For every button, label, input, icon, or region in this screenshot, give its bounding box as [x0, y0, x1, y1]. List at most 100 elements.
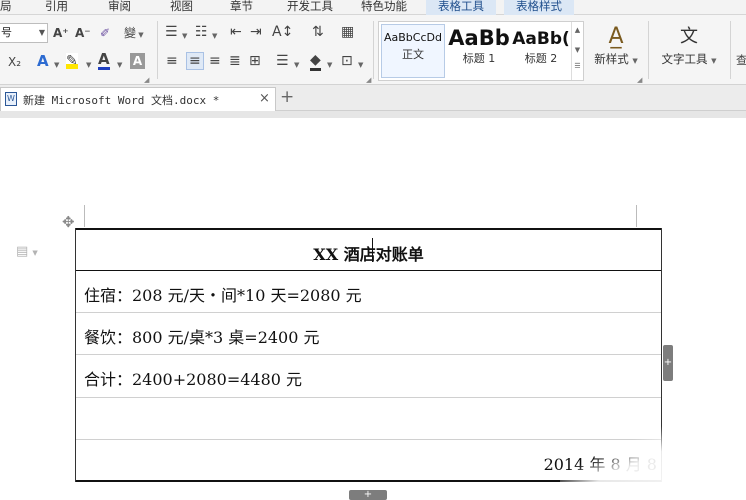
shrink-font-button[interactable]: A⁻ — [75, 25, 91, 41]
gallery-expand-icon[interactable]: ☰ — [572, 62, 583, 70]
text-cursor — [372, 238, 373, 262]
style-sample: AaBbCcDd — [384, 31, 442, 44]
show-marks-icon[interactable]: ▦ — [341, 24, 354, 40]
chevron-down-icon[interactable]: ▼ — [86, 57, 91, 73]
clear-format-icon[interactable]: ✐ — [100, 25, 110, 41]
menu-tab-features[interactable]: 特色功能 — [361, 0, 407, 15]
line-spacing-icon[interactable]: ☰ — [276, 53, 289, 69]
chevron-down-icon[interactable]: ▼ — [212, 28, 217, 44]
new-style-button[interactable]: A̲ 新样式 ▼ — [591, 23, 641, 67]
statement-date: 2014 年 8 月 8 — [543, 455, 657, 474]
menu-bar: 局 引用 审阅 视图 章节 开发工具 特色功能 表格工具 表格样式 — [0, 0, 746, 15]
char-shading-icon[interactable]: A — [130, 53, 145, 69]
ribbon: 号 ▼ A⁺ A⁻ ✐ 變 ▼ X₂ A ▼ ✎ ▼ A ▼ A ◢ ☰ ▼ ☷… — [0, 15, 746, 85]
find-button[interactable]: 查 — [736, 52, 746, 68]
phonetic-guide-label: 變 — [124, 26, 137, 40]
row-lodging: 住宿：208 元/天・间*10 天=2080 元 — [84, 286, 362, 305]
sort-icon[interactable]: ⇅ — [312, 24, 324, 40]
chevron-down-icon[interactable]: ▼ — [182, 28, 187, 44]
chevron-down-icon[interactable]: ▼ — [54, 57, 59, 73]
ribbon-separator — [373, 21, 374, 79]
new-style-icon: A̲ — [608, 24, 624, 49]
document-page[interactable]: ✥ ▤ ▼ XX 酒店对账单 住宿：208 元/天・间*10 天=2080 元 … — [0, 118, 746, 500]
chevron-down-icon: ▼ — [136, 31, 144, 39]
menu-tab-view[interactable]: 视图 — [170, 0, 193, 15]
align-right-icon[interactable]: ≡ — [209, 53, 221, 69]
plus-icon[interactable]: + — [663, 345, 673, 381]
subscript-button[interactable]: X₂ — [8, 54, 21, 70]
font-color-icon[interactable]: A — [98, 51, 110, 70]
chevron-down-icon[interactable]: ▼ — [117, 57, 122, 73]
style-sample: AaBb — [448, 26, 510, 50]
new-tab-button[interactable]: + — [280, 88, 294, 106]
menu-tab-developer[interactable]: 开发工具 — [287, 0, 333, 15]
distributed-icon[interactable]: ⊞ — [249, 53, 261, 69]
text-tools-button[interactable]: 文 文字工具 ▼ — [658, 23, 720, 67]
document-canvas[interactable]: ✥ ▤ ▼ XX 酒店对账单 住宿：208 元/天・间*10 天=2080 元 … — [0, 111, 746, 500]
chevron-up-icon[interactable]: ▲ — [572, 26, 583, 34]
align-center-icon[interactable]: ≡ — [186, 52, 204, 70]
move-icon[interactable]: ✥ — [62, 215, 75, 230]
chevron-down-icon[interactable]: ▼ — [327, 57, 332, 73]
document-tab-title: 新建 Microsoft Word 文档.docx * — [23, 94, 220, 107]
close-icon[interactable]: × — [259, 91, 270, 106]
table-row[interactable]: 餐饮：800 元/桌*3 桌=2400 元 — [76, 313, 661, 355]
style-name: 标题 2 — [524, 52, 558, 65]
row-total: 合计：2400+2080=4480 元 — [84, 370, 303, 389]
table-title: XX 酒店对账单 — [313, 245, 424, 264]
statement-table[interactable]: XX 酒店对账单 住宿：208 元/天・间*10 天=2080 元 餐饮：800… — [75, 228, 662, 482]
table-row[interactable]: 2014 年 8 月 8 — [76, 440, 661, 482]
plus-icon[interactable]: + — [349, 490, 387, 500]
highlight-icon[interactable]: ✎ — [66, 53, 78, 69]
style-name: 标题 1 — [462, 52, 496, 65]
menu-tab-review[interactable]: 审阅 — [108, 0, 131, 15]
increase-indent-icon[interactable]: ⇥ — [250, 24, 262, 40]
style-heading-2[interactable]: AaBb( 标题 2 — [509, 24, 573, 78]
style-heading-1[interactable]: AaBb 标题 1 — [447, 24, 511, 78]
phonetic-guide-button[interactable]: 變 ▼ — [124, 25, 144, 43]
table-row[interactable]: 住宿：208 元/天・间*10 天=2080 元 — [76, 271, 661, 313]
word-document-icon: W — [5, 92, 17, 106]
document-icon[interactable]: ▤ ▼ — [16, 244, 38, 259]
chevron-down-icon[interactable]: ▼ — [358, 57, 363, 73]
menu-tab-references[interactable]: 引用 — [45, 0, 68, 15]
table-row[interactable] — [76, 398, 661, 440]
style-name: 正文 — [402, 48, 424, 61]
document-tab-bar: W 新建 Microsoft Word 文档.docx * × + — [0, 85, 746, 111]
font-size-value: 号 — [1, 26, 12, 39]
styles-gallery: AaBbCcDd 正文 AaBb 标题 1 AaBb( 标题 2 ▲ ▼ ☰ — [378, 21, 584, 81]
chevron-down-icon[interactable]: ▼ — [572, 46, 583, 54]
text-tools-icon: 文 — [680, 26, 698, 47]
gallery-scroll[interactable]: ▲ ▼ ☰ — [571, 22, 583, 80]
numbered-list-icon[interactable]: ☷ — [195, 24, 208, 40]
align-left-icon[interactable]: ≡ — [166, 53, 178, 69]
justify-icon[interactable]: ≣ — [229, 53, 241, 69]
grow-font-button[interactable]: A⁺ — [53, 25, 69, 41]
document-tab[interactable]: W 新建 Microsoft Word 文档.docx * × — [0, 87, 276, 111]
shading-icon[interactable]: ◆ — [310, 52, 321, 71]
margin-guide — [84, 205, 85, 227]
menu-tab-layout[interactable]: 局 — [0, 0, 12, 15]
text-tools-label: 文字工具 ▼ — [661, 52, 717, 66]
table-header-row[interactable]: XX 酒店对账单 — [76, 228, 661, 271]
bullet-list-icon[interactable]: ☰ — [165, 24, 178, 40]
ribbon-separator — [157, 21, 158, 79]
ribbon-separator — [730, 21, 731, 79]
borders-icon[interactable]: ⊡ — [341, 53, 353, 69]
chevron-down-icon[interactable]: ▼ — [294, 57, 299, 73]
row-dining: 餐饮：800 元/桌*3 桌=2400 元 — [84, 328, 320, 347]
menu-tab-chapter[interactable]: 章节 — [230, 0, 253, 15]
menu-tab-table-style[interactable]: 表格样式 — [504, 0, 574, 15]
menu-tab-table-tools[interactable]: 表格工具 — [426, 0, 496, 15]
table-row[interactable]: 合计：2400+2080=4480 元 — [76, 355, 661, 398]
ribbon-separator — [648, 21, 649, 79]
style-sample: AaBb( — [512, 29, 570, 49]
text-direction-icon[interactable]: A↕ — [272, 24, 293, 40]
text-effect-icon[interactable]: A — [37, 53, 49, 69]
chevron-down-icon: ▼ — [38, 28, 45, 37]
font-size-combo[interactable]: 号 ▼ — [0, 23, 48, 43]
style-normal[interactable]: AaBbCcDd 正文 — [381, 24, 445, 78]
new-style-label: 新样式 ▼ — [594, 52, 638, 66]
margin-guide — [636, 205, 637, 227]
decrease-indent-icon[interactable]: ⇤ — [230, 24, 242, 40]
